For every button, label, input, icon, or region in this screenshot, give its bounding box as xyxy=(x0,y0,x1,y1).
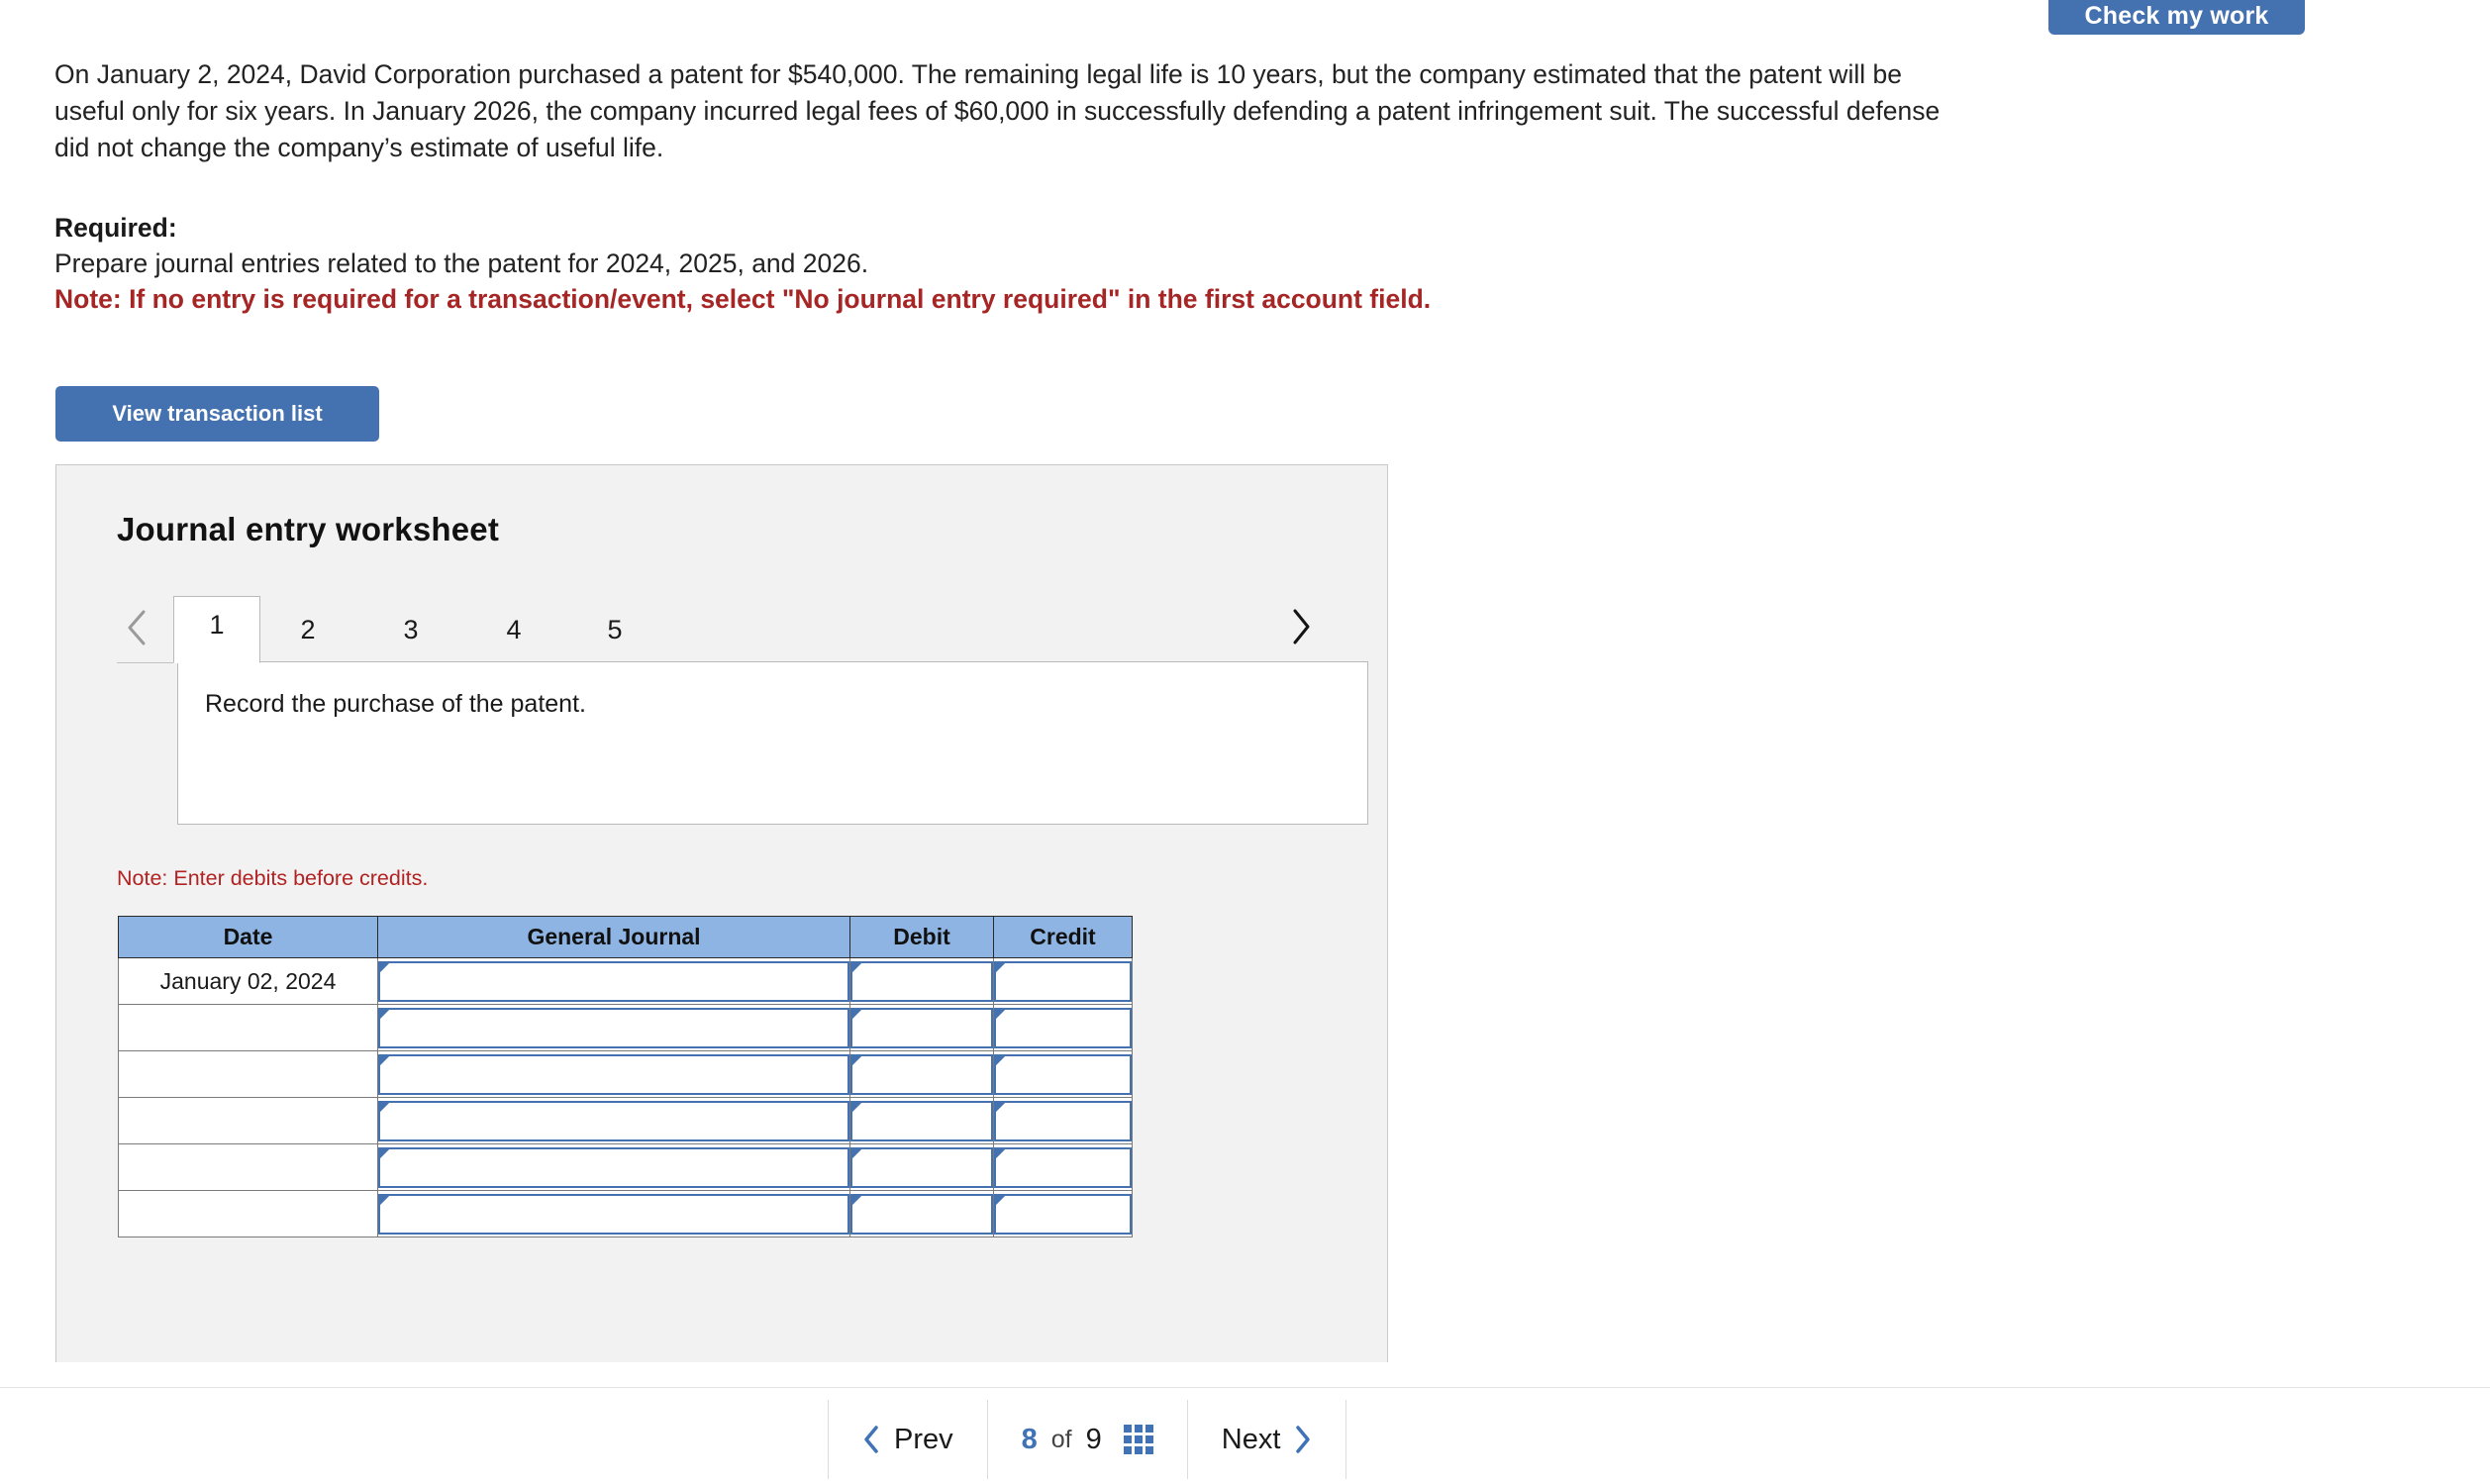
column-header-debit: Debit xyxy=(849,916,994,958)
row-credit-field-5[interactable] xyxy=(993,1143,1133,1191)
row-account-field-1[interactable] xyxy=(377,957,850,1005)
journal-table-header-row: Date General Journal Debit Credit xyxy=(118,916,1133,958)
view-transaction-list-button[interactable]: View transaction list xyxy=(55,386,379,442)
check-my-work-button[interactable]: Check my work xyxy=(2048,0,2305,35)
nav-inner: Prev 8 of 9 Next xyxy=(828,1400,1347,1479)
worksheet-tab-3-label: 3 xyxy=(403,614,419,644)
credit-input-6[interactable] xyxy=(994,1193,1132,1235)
debit-input-1[interactable] xyxy=(850,960,993,1002)
row-credit-field-1[interactable] xyxy=(993,957,1133,1005)
account-dropdown-4[interactable] xyxy=(378,1100,849,1141)
prev-button[interactable]: Prev xyxy=(828,1400,988,1479)
account-dropdown-5[interactable] xyxy=(378,1146,849,1188)
worksheet-title: Journal entry worksheet xyxy=(117,511,500,547)
row-debit-field-6[interactable] xyxy=(849,1190,994,1237)
row-date-6 xyxy=(118,1190,378,1237)
next-label: Next xyxy=(1221,1423,1281,1455)
column-header-credit: Credit xyxy=(993,916,1133,958)
row-credit-field-2[interactable] xyxy=(993,1004,1133,1051)
credit-input-5[interactable] xyxy=(994,1146,1132,1188)
row-date-3 xyxy=(118,1050,378,1098)
table-row xyxy=(118,1097,1133,1144)
row-date-1: January 02, 2024 xyxy=(118,957,378,1005)
account-dropdown-3[interactable] xyxy=(378,1053,849,1095)
row-credit-field-4[interactable] xyxy=(993,1097,1133,1144)
required-note: Note: If no entry is required for a tran… xyxy=(54,284,1432,314)
worksheet-tab-2[interactable]: 2 xyxy=(264,596,351,663)
row-debit-field-4[interactable] xyxy=(849,1097,994,1144)
row-debit-field-5[interactable] xyxy=(849,1143,994,1191)
total-page-number: 9 xyxy=(1085,1423,1102,1455)
row-date-2 xyxy=(118,1004,378,1051)
table-row xyxy=(118,1050,1133,1098)
debit-input-5[interactable] xyxy=(850,1146,993,1188)
worksheet-tab-2-label: 2 xyxy=(300,614,316,644)
prev-label: Prev xyxy=(894,1423,953,1455)
account-dropdown-2[interactable] xyxy=(378,1007,849,1048)
account-dropdown-6[interactable] xyxy=(378,1193,849,1235)
worksheet-tab-1[interactable]: 1 xyxy=(173,596,260,663)
row-account-field-2[interactable] xyxy=(377,1004,850,1051)
column-header-general-journal: General Journal xyxy=(377,916,850,958)
page-of-label: of xyxy=(1050,1425,1072,1453)
row-credit-field-6[interactable] xyxy=(993,1190,1133,1237)
page-root: Check my work On January 2, 2024, David … xyxy=(0,0,2490,1484)
row-account-field-3[interactable] xyxy=(377,1050,850,1098)
grid-icon[interactable] xyxy=(1123,1425,1153,1454)
enter-debits-note: Note: Enter debits before credits. xyxy=(117,866,429,890)
debit-input-3[interactable] xyxy=(850,1053,993,1095)
credit-input-4[interactable] xyxy=(994,1100,1132,1141)
debit-input-4[interactable] xyxy=(850,1100,993,1141)
table-row: January 02, 2024 xyxy=(118,957,1133,1005)
table-row xyxy=(118,1143,1133,1191)
worksheet-tab-4[interactable]: 4 xyxy=(470,596,557,663)
credit-input-2[interactable] xyxy=(994,1007,1132,1048)
credit-input-3[interactable] xyxy=(994,1053,1132,1095)
required-block: Required: Prepare journal entries relate… xyxy=(54,210,1936,317)
chevron-left-icon[interactable] xyxy=(117,606,156,649)
row-debit-field-3[interactable] xyxy=(849,1050,994,1098)
problem-statement: On January 2, 2024, David Corporation pu… xyxy=(54,56,1941,166)
credit-input-1[interactable] xyxy=(994,960,1132,1002)
account-dropdown-1[interactable] xyxy=(378,960,849,1002)
required-instruction: Prepare journal entries related to the p… xyxy=(54,248,869,278)
chevron-right-icon[interactable] xyxy=(1281,605,1321,648)
row-account-field-6[interactable] xyxy=(377,1190,850,1237)
journal-entry-worksheet-panel: Journal entry worksheet 1 2 3 4 5 Record… xyxy=(55,464,1388,1362)
worksheet-tab-3[interactable]: 3 xyxy=(367,596,454,663)
page-indicator[interactable]: 8 of 9 xyxy=(988,1400,1188,1479)
debit-input-6[interactable] xyxy=(850,1193,993,1235)
table-row xyxy=(118,1004,1133,1051)
row-debit-field-1[interactable] xyxy=(849,957,994,1005)
current-page-number: 8 xyxy=(1021,1423,1038,1455)
row-account-field-5[interactable] xyxy=(377,1143,850,1191)
next-button[interactable]: Next xyxy=(1188,1400,1347,1479)
row-credit-field-3[interactable] xyxy=(993,1050,1133,1098)
debit-input-2[interactable] xyxy=(850,1007,993,1048)
journal-entry-table: Date General Journal Debit Credit Januar… xyxy=(118,916,1133,1237)
required-title: Required: xyxy=(54,213,177,243)
row-date-4 xyxy=(118,1097,378,1144)
worksheet-tab-1-label: 1 xyxy=(209,610,225,640)
row-debit-field-2[interactable] xyxy=(849,1004,994,1051)
worksheet-tab-5-label: 5 xyxy=(607,614,623,644)
table-row xyxy=(118,1190,1133,1237)
chevron-left-icon xyxy=(862,1425,880,1454)
bottom-navigation-bar: Prev 8 of 9 Next xyxy=(0,1387,2490,1484)
chevron-right-icon xyxy=(1294,1425,1312,1454)
worksheet-tabstrip: 1 2 3 4 5 xyxy=(56,592,1387,663)
row-account-field-4[interactable] xyxy=(377,1097,850,1144)
transaction-prompt-box: Record the purchase of the patent. xyxy=(177,661,1368,825)
transaction-prompt-text: Record the purchase of the patent. xyxy=(205,690,586,718)
worksheet-tab-5[interactable]: 5 xyxy=(571,596,658,663)
problem-paragraph: On January 2, 2024, David Corporation pu… xyxy=(54,59,1941,162)
column-header-date: Date xyxy=(118,916,378,958)
worksheet-tab-4-label: 4 xyxy=(506,614,522,644)
row-date-5 xyxy=(118,1143,378,1191)
